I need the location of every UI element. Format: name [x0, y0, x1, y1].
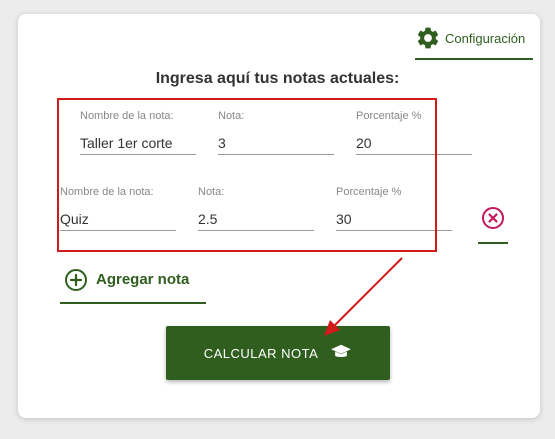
page-heading: Ingresa aquí tus notas actuales:: [155, 70, 400, 87]
graduation-cap-icon: [330, 343, 352, 364]
add-grade-label: Agregar nota: [96, 271, 190, 288]
gear-icon: [415, 25, 441, 51]
add-grade-button[interactable]: Agregar nota: [60, 266, 206, 304]
configuration-tab[interactable]: Configuración: [415, 24, 533, 60]
calculate-grade-label: CALCULAR NOTA: [203, 345, 319, 361]
delete-row-button[interactable]: [478, 206, 508, 244]
calculate-grade-button[interactable]: CALCULAR NOTA: [166, 326, 390, 380]
close-circle-icon: [481, 206, 505, 242]
plus-circle-icon: [64, 266, 88, 297]
annotation-highlight-box: [57, 98, 437, 252]
configuration-label: Configuración: [445, 30, 526, 46]
